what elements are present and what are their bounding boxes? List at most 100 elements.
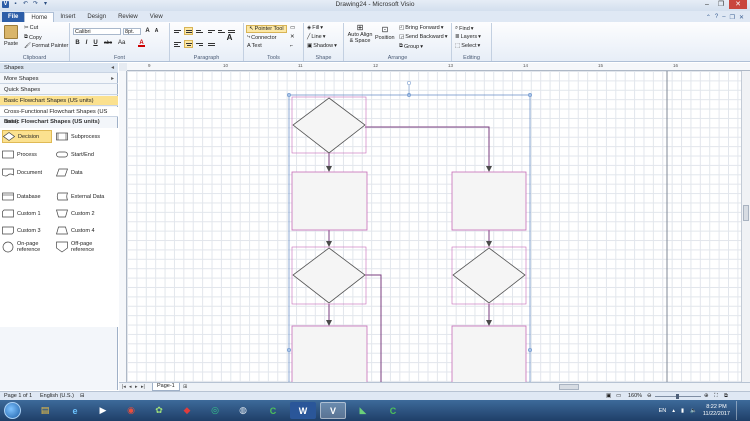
selection-handle[interactable] [527, 347, 533, 353]
quick-shapes-item[interactable]: Quick Shapes [0, 85, 118, 95]
zoom-in-icon[interactable]: ⊕ [704, 392, 709, 400]
volume-icon[interactable]: 🔈 [690, 408, 697, 414]
insert-page-icon[interactable]: ⊞ [183, 384, 187, 390]
app-icon[interactable]: ◍ [230, 402, 256, 419]
app-icon[interactable]: ✿ [146, 402, 172, 419]
decision-shape[interactable] [292, 247, 366, 304]
visio-icon[interactable]: V [320, 402, 346, 419]
bring-forward-button[interactable]: ◰ Bring Forward ▾ [399, 25, 444, 31]
fill-button[interactable]: ◈ Fill ▾ [307, 25, 323, 31]
master-off-page-reference[interactable]: Off-page reference [56, 241, 114, 257]
send-backward-button[interactable]: ◲ Send Backward ▾ [399, 34, 448, 40]
first-page-icon[interactable]: |◂ [122, 384, 126, 390]
prev-page-icon[interactable]: ◂ [129, 384, 132, 390]
switch-windows-icon[interactable]: ⧉ [724, 392, 728, 400]
tab-design[interactable]: Design [81, 12, 112, 22]
underline-button[interactable]: U [92, 40, 99, 47]
font-size-select[interactable]: 8pt. [123, 28, 141, 35]
process-shape[interactable] [451, 171, 527, 231]
align-left-icon[interactable] [174, 41, 181, 47]
master-external-data[interactable]: External Data [56, 190, 114, 203]
master-document[interactable]: Document [2, 166, 52, 179]
master-custom-1[interactable]: Custom 1 [2, 207, 52, 220]
case-icon[interactable]: Aa [118, 40, 125, 47]
paste-icon[interactable] [4, 25, 18, 39]
ie-icon[interactable]: e [62, 402, 88, 419]
tab-page-1[interactable]: Page-1 [152, 383, 180, 391]
master-subprocess[interactable]: Subprocess [56, 130, 114, 143]
basic-flowchart-stencil-item[interactable]: Basic Flowchart Shapes (US units) [0, 96, 118, 106]
rotation-handle[interactable] [406, 80, 412, 86]
master-database[interactable]: Database [2, 190, 52, 203]
master-process[interactable]: Process [2, 148, 52, 161]
justify-icon[interactable] [208, 41, 215, 47]
collapse-pane-icon[interactable]: ◂ [111, 63, 114, 73]
close-button[interactable]: ✕ [729, 0, 747, 9]
app-icon[interactable]: ◆ [174, 402, 200, 419]
more-shapes-item[interactable]: More Shapes ▸ [0, 74, 118, 84]
decision-shape[interactable] [292, 97, 366, 154]
doc-minimize-icon[interactable]: – [722, 14, 725, 20]
selection-handle[interactable] [527, 92, 533, 98]
app-icon[interactable]: ◣ [350, 402, 376, 419]
shapes-pane-header[interactable]: Shapes ◂ [0, 63, 118, 73]
doc-restore-icon[interactable]: ❐ [730, 14, 735, 21]
connector-button[interactable]: ⤷ Connector [247, 34, 276, 41]
show-desktop-button[interactable] [736, 401, 742, 420]
cross-functional-stencil-item[interactable]: Cross-Functional Flowchart Shapes (US un… [0, 107, 118, 125]
view-fullscreen-icon[interactable]: ▭ [616, 392, 621, 400]
media-player-icon[interactable]: ▶ [90, 402, 116, 419]
next-page-icon[interactable]: ▸ [135, 384, 138, 390]
help-icon[interactable]: ? [715, 14, 718, 20]
select-button[interactable]: ⬚ Select ▾ [455, 43, 480, 49]
align-top-icon[interactable] [174, 28, 181, 34]
last-page-icon[interactable]: ▸| [141, 384, 145, 390]
grow-font-icon[interactable]: A [144, 28, 151, 35]
maximize-button[interactable]: ❐ [715, 0, 727, 9]
zoom-slider-knob[interactable] [676, 394, 679, 399]
tab-view[interactable]: View [144, 12, 169, 22]
selection-handle[interactable] [286, 92, 292, 98]
tray-arrow-icon[interactable]: ▴ [672, 408, 675, 414]
text-direction-icon[interactable]: A [226, 34, 233, 42]
find-button[interactable]: ⌕ Find ▾ [455, 25, 474, 32]
start-button[interactable] [4, 402, 21, 419]
master-custom-2[interactable]: Custom 2 [56, 207, 114, 220]
tab-file[interactable]: File [2, 12, 25, 22]
macro-record-icon[interactable]: ⊟ [80, 392, 85, 400]
group-button[interactable]: ⧉ Group ▾ [399, 43, 423, 50]
master-decision[interactable]: Decision [2, 130, 52, 143]
chrome-icon[interactable]: ◉ [118, 402, 144, 419]
app-icon[interactable]: C [380, 402, 406, 419]
fit-page-icon[interactable]: ⛶ [714, 392, 718, 400]
word-icon[interactable]: W [290, 402, 316, 419]
master-custom-4[interactable]: Custom 4 [56, 224, 114, 237]
align-right-icon[interactable] [196, 41, 203, 47]
align-middle-icon[interactable] [184, 27, 193, 35]
network-icon[interactable]: ▮ [681, 408, 684, 414]
auto-align-space-button[interactable]: ⊞ Auto Align & Space [347, 24, 373, 45]
tab-home[interactable]: Home [24, 12, 55, 22]
font-color-button[interactable]: A [138, 40, 145, 47]
cut-button[interactable]: ✂ Cut [24, 25, 38, 31]
italic-button[interactable]: I [83, 40, 90, 47]
increase-indent-icon[interactable] [218, 28, 225, 34]
tab-insert[interactable]: Insert [54, 12, 81, 22]
horizontal-scroll-thumb[interactable] [559, 384, 579, 390]
drawing-canvas[interactable] [127, 71, 741, 382]
zoom-level[interactable]: 160% [628, 392, 642, 400]
paste-button[interactable]: Paste [4, 41, 18, 47]
align-bottom-icon[interactable] [196, 28, 203, 34]
layers-button[interactable]: ≣ Layers ▾ [455, 34, 481, 40]
doc-close-icon[interactable]: ✕ [739, 14, 744, 21]
selection-handle[interactable] [286, 347, 292, 353]
master-on-page-reference[interactable]: On-page reference [2, 241, 52, 257]
input-language[interactable]: EN [659, 408, 667, 414]
process-shape[interactable] [291, 171, 368, 231]
page-indicator[interactable]: Page 1 of 1 [4, 392, 32, 400]
process-shape[interactable] [451, 325, 527, 382]
rectangle-tool-icon[interactable]: ▭ [290, 25, 295, 31]
font-family-select[interactable]: Calibri [73, 28, 121, 35]
minimize-button[interactable]: – [701, 0, 713, 9]
bold-button[interactable]: B [74, 40, 81, 47]
